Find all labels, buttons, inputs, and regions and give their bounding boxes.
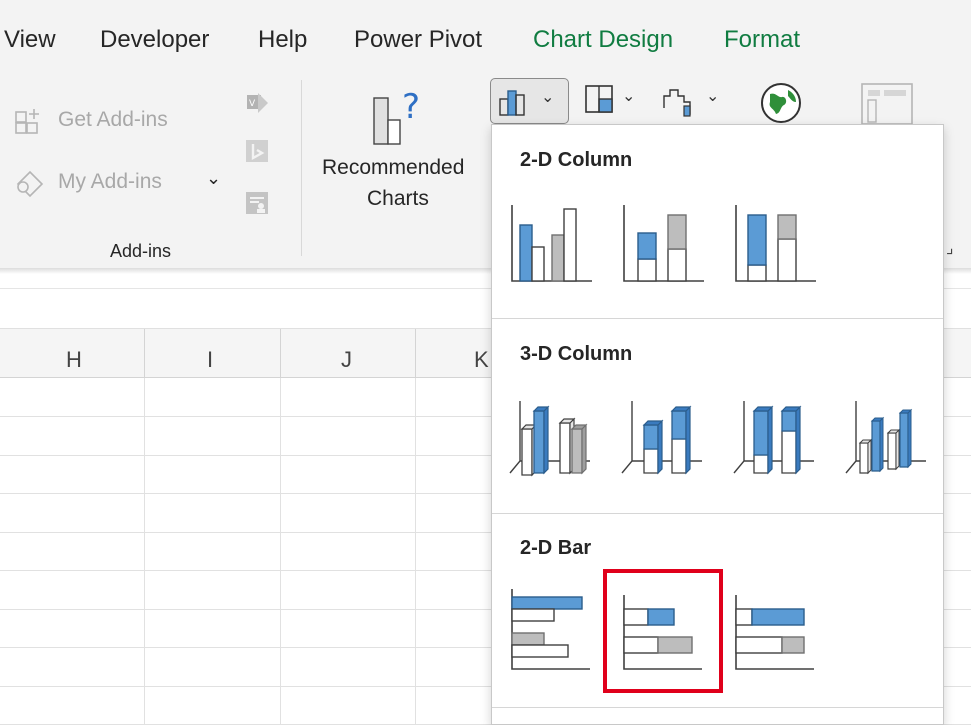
tab-view[interactable]: View (4, 26, 56, 54)
maps-globe-icon[interactable] (758, 80, 804, 126)
section-title-2d-bar: 2-D Bar (520, 537, 592, 559)
section-divider (492, 318, 943, 319)
tab-developer[interactable]: Developer (100, 26, 209, 54)
svg-text:?: ? (402, 87, 420, 127)
my-addins-button[interactable]: My Add-ins ⌄ (14, 166, 224, 200)
people-graph-icon[interactable] (244, 190, 270, 216)
3d-clustered-column-option[interactable] (506, 393, 596, 483)
recommended-charts-button[interactable]: ? Recommended Charts (315, 80, 485, 220)
100-stacked-bar-option[interactable] (730, 585, 820, 675)
get-addins-icon (15, 109, 39, 134)
3d-100-stacked-column-icon (733, 401, 814, 475)
pivotchart-icon[interactable] (860, 82, 920, 128)
my-addins-label: My Add-ins (58, 170, 162, 193)
stacked-column-icon (623, 205, 704, 282)
my-addins-icon (16, 170, 44, 198)
column-divider[interactable] (415, 329, 416, 379)
recommended-charts-label-2: Charts (367, 187, 429, 210)
tab-format[interactable]: Format (724, 26, 800, 54)
clustered-bar-option[interactable] (506, 585, 596, 675)
column-line (280, 378, 281, 725)
chevron-down-icon: ⌄ (706, 88, 720, 105)
get-addins-label: Get Add-ins (58, 108, 168, 131)
ribbon-tab-bar: View Developer Help Power Pivot Chart De… (0, 0, 971, 68)
chevron-down-icon: ⌄ (541, 89, 555, 106)
clustered-column-icon (511, 205, 592, 282)
column-header-i[interactable]: I (207, 347, 213, 373)
3d-100-stacked-column-option[interactable] (730, 393, 820, 483)
waterfall-icon (663, 89, 691, 117)
3d-column-icon (845, 401, 926, 475)
highlight-box (603, 569, 723, 693)
tab-help[interactable]: Help (258, 26, 307, 54)
visio-addin-icon[interactable]: V (244, 90, 270, 116)
addins-group-label: Add-ins (110, 241, 172, 261)
dialog-launcher-icon[interactable]: ⌟ (946, 238, 954, 258)
section-divider (492, 707, 943, 708)
column-line (144, 378, 145, 725)
section-title-2d-column: 2-D Column (520, 149, 633, 171)
tab-chart-design[interactable]: Chart Design (533, 26, 673, 54)
column-header-k[interactable]: K (474, 347, 489, 373)
clustered-column-option[interactable] (506, 197, 596, 287)
column-divider[interactable] (280, 329, 281, 379)
column-chart-icon (499, 90, 525, 116)
3d-column-option[interactable] (842, 393, 932, 483)
clustered-bar-icon (511, 589, 590, 670)
column-header-h[interactable]: H (66, 347, 82, 373)
group-separator (301, 80, 302, 256)
column-divider[interactable] (144, 329, 145, 379)
get-addins-button[interactable]: Get Add-ins (14, 104, 194, 138)
column-chart-button[interactable]: ⌄ (490, 78, 569, 124)
stacked-column-option[interactable] (618, 197, 708, 287)
column-line (415, 378, 416, 725)
section-divider (492, 513, 943, 514)
svg-text:V: V (249, 99, 256, 109)
waterfall-chart-button[interactable]: ⌄ (660, 78, 724, 124)
3d-stacked-column-icon (621, 401, 702, 475)
section-title-3d-column: 3-D Column (520, 343, 633, 365)
100-stacked-column-option[interactable] (730, 197, 820, 287)
100-stacked-bar-icon (735, 595, 814, 670)
tab-power-pivot[interactable]: Power Pivot (354, 26, 482, 54)
3d-stacked-column-option[interactable] (618, 393, 708, 483)
treemap-icon (585, 85, 613, 113)
column-header-j[interactable]: J (341, 347, 352, 373)
100-stacked-column-icon (735, 205, 816, 282)
3d-clustered-column-icon (509, 401, 590, 477)
bing-addin-icon[interactable] (244, 138, 270, 164)
chevron-down-icon: ⌄ (622, 88, 636, 105)
chevron-down-icon[interactable]: ⌄ (206, 168, 221, 189)
hierarchy-chart-button[interactable]: ⌄ (580, 78, 640, 124)
recommended-charts-icon: ? (373, 87, 420, 145)
recommended-charts-label-1: Recommended (322, 156, 465, 179)
